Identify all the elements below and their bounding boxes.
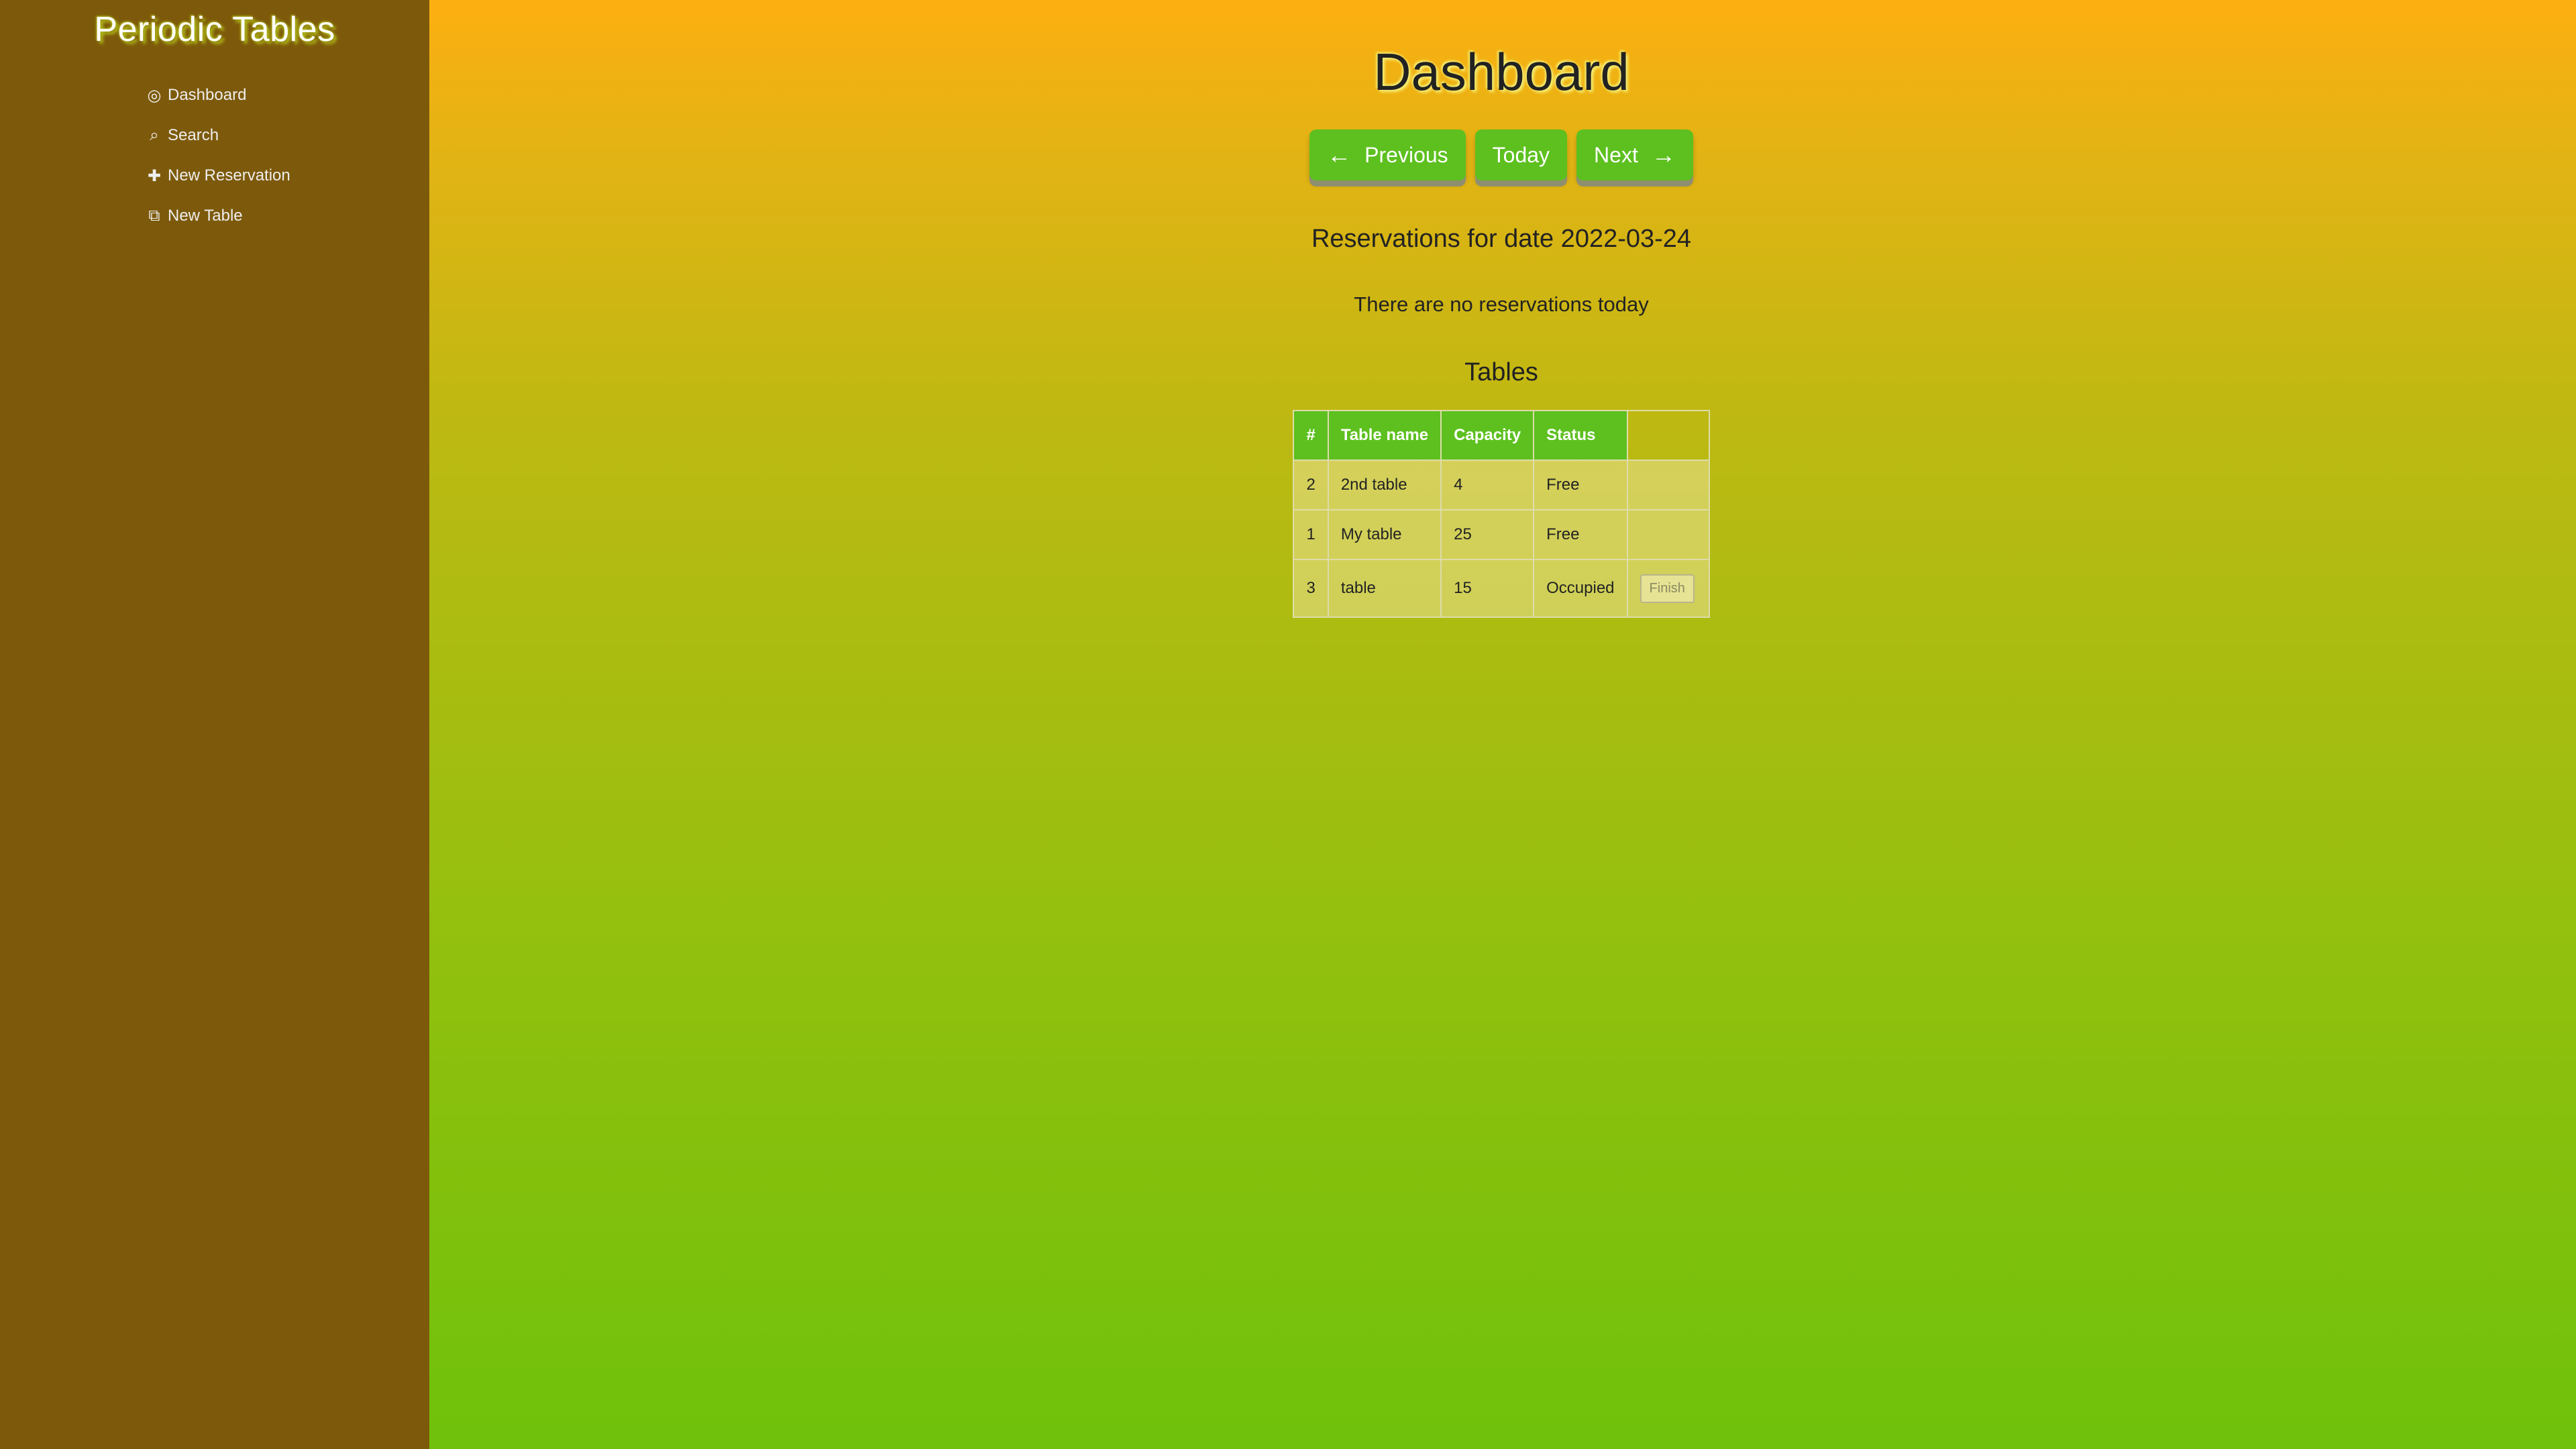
sidebar-item-label: New Reservation bbox=[168, 166, 290, 184]
table-capacity-cell: 15 bbox=[1440, 559, 1535, 618]
sidebar: Periodic Tables ◎ Dashboard ⌕ Search ✚ N… bbox=[0, 0, 429, 1449]
plus-icon: ✚ bbox=[147, 166, 162, 185]
dashboard-content: Dashboard ← Previous Today Next → Reserv… bbox=[427, 0, 2576, 618]
table-capacity-cell: 25 bbox=[1440, 509, 1535, 560]
next-button-label: Next bbox=[1594, 142, 1638, 167]
finish-button[interactable]: Finish bbox=[1640, 574, 1695, 603]
table-action-cell bbox=[1626, 509, 1710, 560]
table-action-cell: Finish bbox=[1626, 559, 1710, 618]
sidebar-item-label: Dashboard bbox=[168, 86, 247, 104]
date-navigation: ← Previous Today Next → bbox=[427, 129, 2576, 180]
column-header-action bbox=[1626, 410, 1710, 461]
table-status-cell: Occupied bbox=[1533, 559, 1628, 618]
reservations-heading: Reservations for date 2022-03-24 bbox=[1311, 225, 1692, 253]
table-id-cell: 1 bbox=[1293, 509, 1329, 560]
table-row: 1 My table 25 Free bbox=[1293, 509, 1710, 560]
sidebar-item-label: Search bbox=[168, 126, 219, 144]
table-capacity-cell: 4 bbox=[1440, 460, 1535, 511]
tables-table: # Table name Capacity Status 2 2nd table… bbox=[1293, 410, 1710, 618]
sidebar-item-new-reservation[interactable]: ✚ New Reservation bbox=[145, 156, 429, 196]
dashboard-icon: ◎ bbox=[147, 86, 162, 105]
arrow-right-icon: → bbox=[1651, 141, 1676, 168]
table-status-cell: Free bbox=[1533, 509, 1628, 560]
column-header-status: Status bbox=[1533, 410, 1628, 461]
column-header-id: # bbox=[1293, 410, 1329, 461]
next-button[interactable]: Next → bbox=[1576, 129, 1693, 180]
app-root: Periodic Tables ◎ Dashboard ⌕ Search ✚ N… bbox=[0, 0, 2576, 1449]
table-status-cell: Free bbox=[1533, 460, 1628, 511]
arrow-left-icon: ← bbox=[1327, 141, 1352, 168]
page-title: Dashboard bbox=[1373, 42, 1629, 101]
today-button-label: Today bbox=[1492, 142, 1550, 167]
table-name-cell: 2nd table bbox=[1327, 460, 1442, 511]
no-reservations-message: There are no reservations today bbox=[1354, 292, 1649, 316]
table-row: 2 2nd table 4 Free bbox=[1293, 460, 1710, 511]
column-header-name: Table name bbox=[1327, 410, 1442, 461]
table-action-cell bbox=[1626, 460, 1710, 511]
sidebar-item-label: New Table bbox=[168, 207, 243, 225]
table-header-row: # Table name Capacity Status bbox=[1293, 410, 1710, 461]
brand-title[interactable]: Periodic Tables bbox=[0, 0, 429, 63]
tables-table-wrapper: # Table name Capacity Status 2 2nd table… bbox=[427, 410, 2576, 618]
table-id-cell: 3 bbox=[1293, 559, 1329, 618]
main-content: Dashboard ← Previous Today Next → Reserv… bbox=[429, 0, 2576, 1449]
sidebar-item-dashboard[interactable]: ◎ Dashboard bbox=[145, 75, 429, 115]
sidebar-nav: ◎ Dashboard ⌕ Search ✚ New Reservation ⧉… bbox=[0, 63, 429, 236]
table-name-cell: My table bbox=[1327, 509, 1442, 560]
table-name-cell: table bbox=[1327, 559, 1442, 618]
table-id-cell: 2 bbox=[1293, 460, 1329, 511]
previous-button-label: Previous bbox=[1364, 142, 1448, 167]
sidebar-item-new-table[interactable]: ⧉ New Table bbox=[145, 196, 429, 236]
today-button[interactable]: Today bbox=[1474, 129, 1568, 180]
new-table-icon: ⧉ bbox=[148, 207, 160, 225]
table-row: 3 table 15 Occupied Finish bbox=[1293, 559, 1710, 618]
search-icon: ⌕ bbox=[150, 126, 159, 144]
column-header-capacity: Capacity bbox=[1440, 410, 1535, 461]
previous-button[interactable]: ← Previous bbox=[1309, 129, 1466, 180]
tables-heading: Tables bbox=[1464, 358, 1538, 386]
sidebar-item-search[interactable]: ⌕ Search bbox=[145, 115, 429, 156]
